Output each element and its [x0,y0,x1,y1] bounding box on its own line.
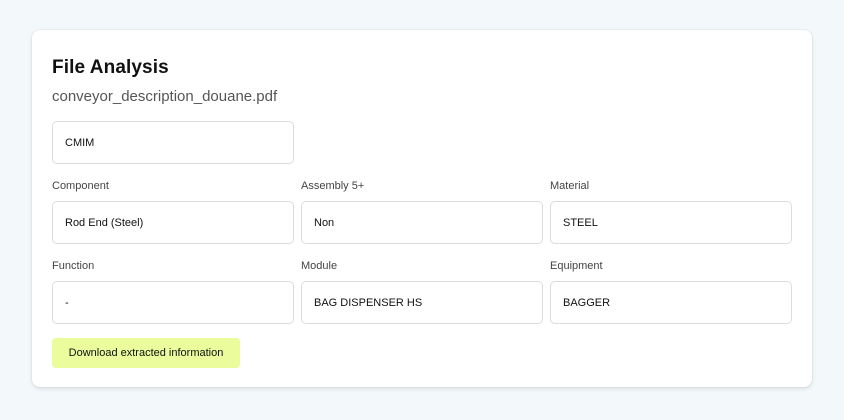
assembly-field[interactable]: Non [301,201,543,244]
component-value: Rod End (Steel) [65,216,144,229]
function-label: Function [52,260,95,272]
equipment-label: Equipment [550,260,603,272]
module-field[interactable]: BAG DISPENSER HS [301,281,543,324]
material-label: Material [550,180,590,192]
assembly-value: Non [314,216,335,229]
equipment-value: BAGGER [563,296,611,309]
function-value: - [65,296,69,309]
function-field[interactable]: - [52,281,294,324]
assembly-label: Assembly 5+ [301,180,365,192]
download-button[interactable]: Download extracted information [52,338,240,368]
file-analysis-card: File Analysis conveyor_description_douan… [32,30,812,387]
material-value: STEEL [563,216,598,229]
equipment-field[interactable]: BAGGER [550,281,792,324]
page-title: File Analysis [52,57,169,78]
module-label: Module [301,260,338,272]
file-name: conveyor_description_douane.pdf [52,88,278,105]
top-field[interactable]: CMIM [52,121,294,164]
material-field[interactable]: STEEL [550,201,792,244]
top-field-value: CMIM [65,136,95,149]
module-value: BAG DISPENSER HS [314,296,423,309]
component-field[interactable]: Rod End (Steel) [52,201,294,244]
component-label: Component [52,180,109,192]
